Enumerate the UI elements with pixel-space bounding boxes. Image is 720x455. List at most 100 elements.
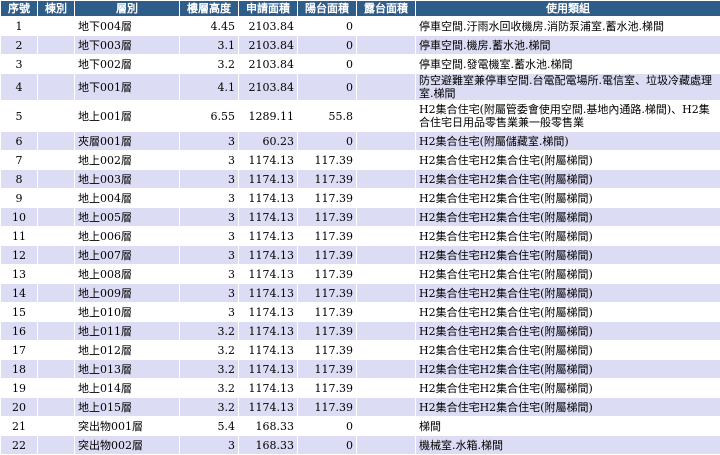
row-height: 3 [180, 303, 239, 322]
row-area: 1174.13 [239, 341, 298, 360]
row-use: H2集合住宅H2集合住宅(附屬梯間) [416, 246, 720, 265]
row-terrace [357, 189, 416, 208]
row-serial: 9 [1, 189, 38, 208]
row-floor: 地下003層 [75, 36, 180, 55]
row-height: 3 [180, 170, 239, 189]
row-floor: 地上008層 [75, 265, 180, 284]
row-floor: 地上013層 [75, 360, 180, 379]
row-building [38, 265, 75, 284]
row-use: H2集合住宅H2集合住宅(附屬梯間) [416, 379, 720, 398]
row-height: 3.2 [180, 55, 239, 74]
row-area: 1174.13 [239, 360, 298, 379]
row-floor: 地上006層 [75, 227, 180, 246]
row-building [38, 227, 75, 246]
row-floor: 地上002層 [75, 151, 180, 170]
row-balcony: 117.39 [298, 360, 357, 379]
row-floor: 地上003層 [75, 170, 180, 189]
row-terrace [357, 101, 416, 132]
row-balcony: 0 [298, 74, 357, 101]
row-use: H2集合住宅(附屬管委會使用空間.基地內通路.梯間)、H2集合住宅日用品零售業兼… [416, 101, 720, 132]
row-floor: 地上010層 [75, 303, 180, 322]
row-building [38, 284, 75, 303]
row-building [38, 189, 75, 208]
row-height: 3 [180, 227, 239, 246]
row-use: 梯間 [416, 417, 720, 436]
header-height: 樓層高度 [180, 1, 239, 17]
table-row: 6夾層001層360.230H2集合住宅(附屬儲藏室.梯間) [1, 132, 720, 151]
row-building [38, 398, 75, 417]
row-height: 3.1 [180, 36, 239, 55]
header-row: 序號 棟別 層別 樓層高度 申請面積 陽台面積 露台面積 使用類組 [1, 1, 720, 17]
row-floor: 地上007層 [75, 246, 180, 265]
table-row: 2地下003層3.12103.840停車空間.機房.蓄水池.梯間 [1, 36, 720, 55]
row-floor: 地上011層 [75, 322, 180, 341]
row-balcony: 0 [298, 55, 357, 74]
row-use: H2集合住宅H2集合住宅(附屬梯間) [416, 303, 720, 322]
row-terrace [357, 417, 416, 436]
row-use: 停車空間.機房.蓄水池.梯間 [416, 36, 720, 55]
row-terrace [357, 341, 416, 360]
table-row: 4地下001層4.12103.840防空避難室兼停車空間.台電配電場所.電信室、… [1, 74, 720, 101]
row-area: 1174.13 [239, 208, 298, 227]
table-row: 1地下004層4.452103.840停車空間.汙雨水回收機房.消防泵浦室.蓄水… [1, 17, 720, 36]
row-serial: 16 [1, 322, 38, 341]
row-area: 2103.84 [239, 17, 298, 36]
row-height: 3 [180, 208, 239, 227]
row-serial: 18 [1, 360, 38, 379]
row-serial: 6 [1, 132, 38, 151]
table-row: 20地上015層3.21174.13117.39H2集合住宅H2集合住宅(附屬梯… [1, 398, 720, 417]
row-terrace [357, 151, 416, 170]
row-use: H2集合住宅H2集合住宅(附屬梯間) [416, 208, 720, 227]
row-area: 2103.84 [239, 55, 298, 74]
row-balcony: 0 [298, 36, 357, 55]
row-balcony: 117.39 [298, 227, 357, 246]
row-balcony: 117.39 [298, 379, 357, 398]
row-floor: 夾層001層 [75, 132, 180, 151]
table-row: 11地上006層31174.13117.39H2集合住宅H2集合住宅(附屬梯間) [1, 227, 720, 246]
header-serial: 序號 [1, 1, 38, 17]
row-balcony: 117.39 [298, 151, 357, 170]
row-height: 3 [180, 132, 239, 151]
row-serial: 14 [1, 284, 38, 303]
row-terrace [357, 170, 416, 189]
row-use: 機械室.水箱.梯間 [416, 436, 720, 455]
row-height: 3.2 [180, 398, 239, 417]
row-serial: 3 [1, 55, 38, 74]
row-use: H2集合住宅H2集合住宅(附屬梯間) [416, 170, 720, 189]
row-terrace [357, 74, 416, 101]
row-building [38, 208, 75, 227]
table-row: 16地上011層3.21174.13117.39H2集合住宅H2集合住宅(附屬梯… [1, 322, 720, 341]
row-serial: 4 [1, 74, 38, 101]
row-balcony: 117.39 [298, 322, 357, 341]
row-building [38, 303, 75, 322]
row-area: 1289.11 [239, 101, 298, 132]
row-serial: 13 [1, 265, 38, 284]
row-balcony: 117.39 [298, 170, 357, 189]
row-building [38, 17, 75, 36]
row-use: 停車空間.發電機室.蓄水池.梯間 [416, 55, 720, 74]
row-balcony: 0 [298, 17, 357, 36]
row-area: 1174.13 [239, 303, 298, 322]
row-height: 3.2 [180, 360, 239, 379]
table-row: 13地上008層31174.13117.39H2集合住宅H2集合住宅(附屬梯間) [1, 265, 720, 284]
row-balcony: 55.8 [298, 101, 357, 132]
header-floor: 層別 [75, 1, 180, 17]
row-use: H2集合住宅(附屬儲藏室.梯間) [416, 132, 720, 151]
row-balcony: 117.39 [298, 246, 357, 265]
table-row: 7地上002層31174.13117.39H2集合住宅H2集合住宅(附屬梯間) [1, 151, 720, 170]
row-terrace [357, 132, 416, 151]
row-height: 3 [180, 284, 239, 303]
row-height: 3 [180, 436, 239, 455]
row-terrace [357, 246, 416, 265]
row-terrace [357, 379, 416, 398]
table-row: 22突出物002層3168.330機械室.水箱.梯間 [1, 436, 720, 455]
header-building: 棟別 [38, 1, 75, 17]
row-floor: 突出物001層 [75, 417, 180, 436]
row-serial: 1 [1, 17, 38, 36]
row-height: 3 [180, 246, 239, 265]
row-terrace [357, 436, 416, 455]
row-serial: 5 [1, 101, 38, 132]
row-balcony: 117.39 [298, 303, 357, 322]
row-use: H2集合住宅H2集合住宅(附屬梯間) [416, 284, 720, 303]
row-building [38, 246, 75, 265]
